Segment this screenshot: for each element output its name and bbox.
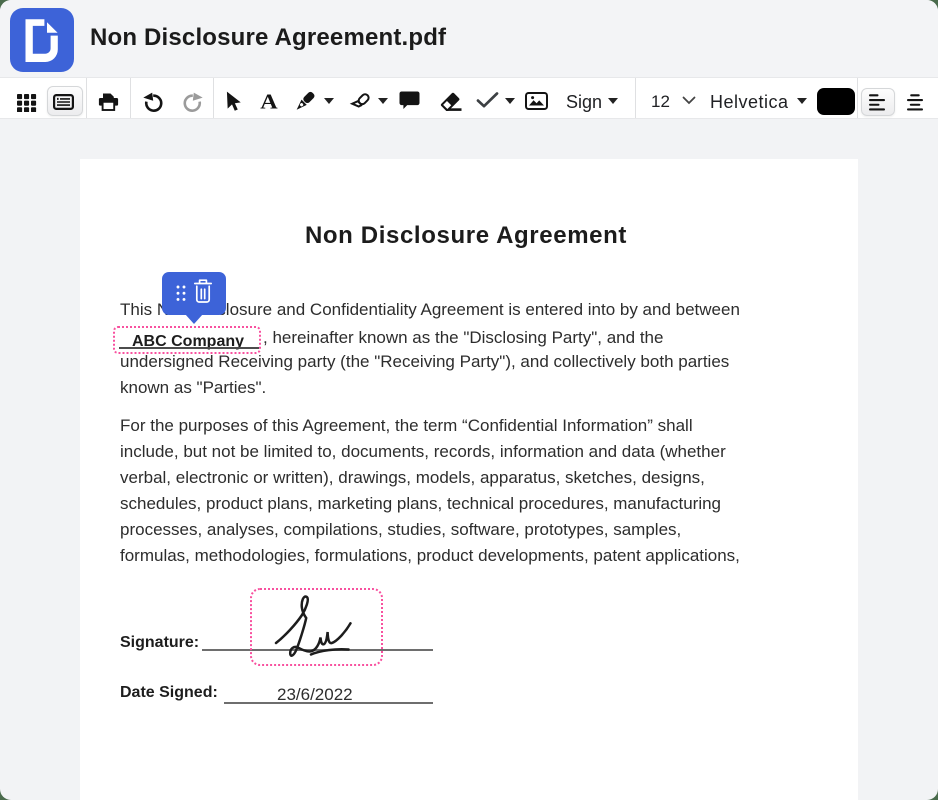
svg-text:A: A: [260, 94, 278, 110]
